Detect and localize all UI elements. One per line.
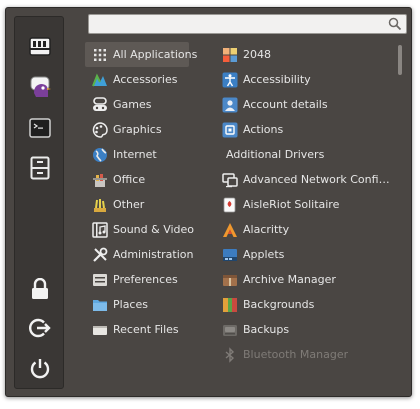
category-all-applications[interactable]: All Applications — [85, 42, 197, 67]
cards-icon — [222, 197, 238, 213]
applets-icon — [222, 247, 238, 263]
app-label: Applets — [243, 248, 285, 261]
pidgin-icon — [28, 75, 52, 102]
category-administration[interactable]: Administration — [85, 242, 194, 267]
app-list-scrollbar[interactable] — [397, 42, 403, 368]
app-backups[interactable]: Backups — [217, 317, 392, 342]
logout-button[interactable] — [24, 313, 56, 345]
backups-icon — [222, 322, 238, 338]
preferences-icon — [92, 272, 108, 288]
grid-icon — [92, 47, 108, 63]
gamepad-icon — [92, 96, 108, 113]
account-icon — [222, 97, 238, 113]
category-preferences[interactable]: Preferences — [85, 267, 189, 292]
accessories-icon — [92, 72, 108, 88]
category-games[interactable]: Games — [85, 92, 189, 117]
category-label: Graphics — [113, 123, 162, 136]
actions-icon — [222, 122, 238, 138]
category-label: Preferences — [113, 273, 178, 286]
category-label: Recent Files — [113, 323, 179, 336]
category-label: Administration — [113, 248, 194, 261]
category-label: Places — [113, 298, 148, 311]
network-icon — [222, 172, 238, 188]
app-label: Actions — [243, 123, 284, 136]
app-archive-manager[interactable]: Archive Manager — [217, 267, 392, 292]
favorite-drive[interactable] — [24, 31, 56, 63]
category-label: Sound & Video — [113, 223, 195, 236]
category-graphics[interactable]: Graphics — [85, 117, 189, 142]
sound-video-icon — [92, 221, 108, 238]
alacritty-icon — [222, 222, 238, 238]
favorite-pidgin[interactable] — [24, 72, 56, 104]
app-accessibility[interactable]: Accessibility — [217, 67, 392, 92]
app-aisleriot-solitaire[interactable]: AisleRiot Solitaire — [217, 192, 392, 217]
app-advanced-network[interactable]: Advanced Network Configur… — [217, 167, 392, 192]
scrollbar-thumb[interactable] — [398, 45, 402, 75]
category-sound-video[interactable]: Sound & Video — [85, 217, 194, 242]
app-label: Bluetooth Manager — [243, 348, 349, 361]
other-icon — [92, 197, 108, 213]
globe-icon — [92, 147, 108, 163]
category-label: Games — [113, 98, 152, 111]
app-label: Backgrounds — [243, 298, 315, 311]
category-label: Internet — [113, 148, 157, 161]
app-bluetooth-manager[interactable]: Bluetooth Manager — [217, 342, 392, 367]
app-label: AisleRiot Solitaire — [243, 198, 340, 211]
palette-icon — [92, 121, 108, 138]
folder-icon — [92, 297, 108, 313]
category-accessories[interactable]: Accessories — [85, 67, 189, 92]
app-applets[interactable]: Applets — [217, 242, 392, 267]
app-alacritty[interactable]: Alacritty — [217, 217, 392, 242]
category-places[interactable]: Places — [85, 292, 189, 317]
bluetooth-icon — [222, 346, 238, 363]
lock-screen-button[interactable] — [24, 274, 56, 306]
app-actions[interactable]: Actions — [217, 117, 392, 142]
lock-icon — [30, 277, 50, 303]
search-input[interactable] — [93, 16, 383, 32]
category-internet[interactable]: Internet — [85, 142, 189, 167]
2048-icon — [222, 47, 238, 63]
backgrounds-icon — [222, 297, 238, 313]
folder-drive-icon — [28, 35, 52, 60]
favorites-sidebar — [14, 16, 64, 389]
app-backgrounds[interactable]: Backgrounds — [217, 292, 392, 317]
accessibility-icon — [222, 72, 238, 88]
category-label: Accessories — [113, 73, 178, 86]
terminal-icon — [29, 117, 51, 141]
app-label: 2048 — [243, 48, 271, 61]
archive-icon — [222, 272, 238, 288]
tools-icon — [92, 247, 108, 263]
app-label: Advanced Network Configur… — [243, 173, 392, 186]
category-office[interactable]: Office — [85, 167, 189, 192]
category-label: All Applications — [113, 48, 198, 61]
app-label: Archive Manager — [243, 273, 336, 286]
logout-icon — [29, 317, 51, 342]
office-icon — [92, 172, 108, 188]
favorite-files[interactable] — [24, 153, 56, 185]
search-box[interactable] — [88, 14, 407, 34]
search-icon — [388, 17, 402, 31]
category-label: Office — [113, 173, 146, 186]
app-account-details[interactable]: Account details — [217, 92, 392, 117]
app-label: Account details — [243, 98, 328, 111]
favorite-terminal[interactable] — [24, 113, 56, 145]
category-other[interactable]: Other — [85, 192, 189, 217]
application-menu: All Applications Accessories Games Graph… — [5, 7, 412, 397]
file-cabinet-icon — [30, 156, 50, 183]
application-list: 2048 Accessibility Account details Actio… — [217, 42, 392, 368]
recent-files-icon — [92, 322, 108, 338]
app-additional-drivers[interactable]: Additional Drivers — [217, 142, 392, 167]
power-icon — [29, 357, 51, 382]
shutdown-button[interactable] — [24, 353, 56, 385]
category-label: Other — [113, 198, 145, 211]
app-2048[interactable]: 2048 — [217, 42, 392, 67]
app-label: Additional Drivers — [226, 148, 325, 161]
app-label: Alacritty — [243, 223, 290, 236]
app-label: Backups — [243, 323, 290, 336]
category-recent-files[interactable]: Recent Files — [85, 317, 189, 342]
app-label: Accessibility — [243, 73, 311, 86]
